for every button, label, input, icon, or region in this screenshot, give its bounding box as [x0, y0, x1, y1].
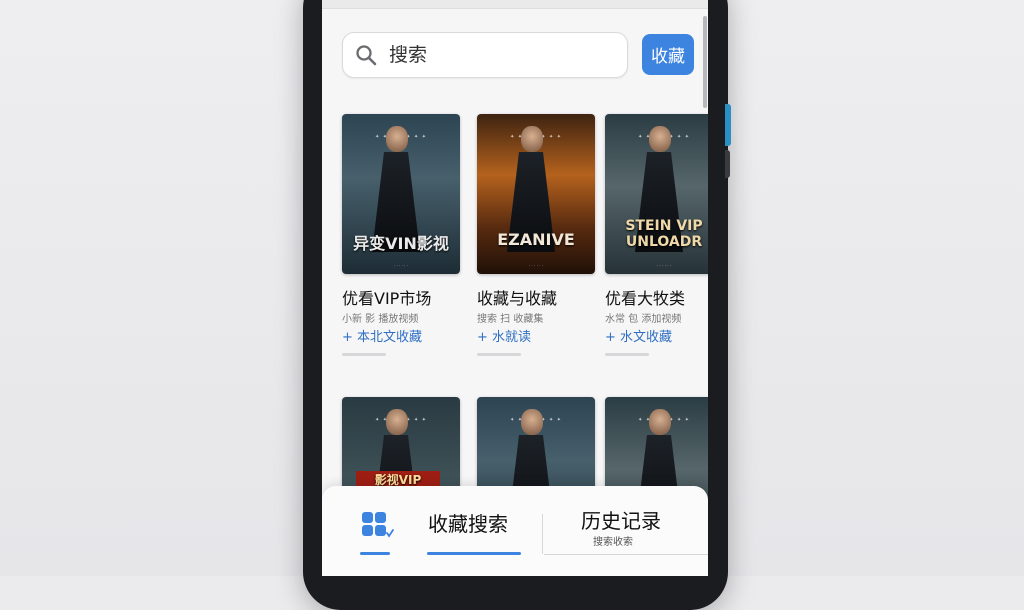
- add-to-favorites-link[interactable]: + 水就读: [477, 326, 531, 345]
- tab-favorites-search[interactable]: 收藏搜索: [428, 508, 508, 537]
- tab-history-subtitle: 搜索收索: [593, 537, 633, 548]
- poster-title: EZANIVE: [497, 230, 575, 249]
- movie-meta: 小新 影 播放视频: [342, 314, 419, 325]
- card-divider: [342, 353, 386, 356]
- grid-icon[interactable]: [360, 510, 394, 540]
- poster-billing: · · · · · ·: [394, 263, 408, 268]
- status-bar: [322, 0, 708, 9]
- add-to-favorites-link[interactable]: + 本北文收藏: [342, 326, 422, 345]
- tab-underline: [544, 554, 708, 555]
- movie-poster[interactable]: ✦ ✦ ✦ ✦ ✦ ✦ ✦ 异变VIN影视 · · · · · ·: [342, 114, 460, 274]
- movie-poster[interactable]: ✦ ✦ ✦ ✦ ✦ ✦ ✦ EZANIVE · · · · · ·: [477, 114, 595, 274]
- search-input[interactable]: [389, 41, 615, 69]
- poster-billing: · · · · · ·: [657, 263, 671, 268]
- movie-title[interactable]: 优看VIP市场: [342, 285, 431, 309]
- app-screen: 收藏 ✦ ✦ ✦ ✦ ✦ ✦ ✦ 异变VIN影视 · · · · · · 优看V…: [322, 0, 708, 576]
- poster-figure-head: [521, 126, 543, 152]
- poster-title: STEIN VIP UNLOADR: [625, 218, 703, 250]
- poster-figure-head: [521, 409, 543, 435]
- movie-poster[interactable]: ✦ ✦ ✦ ✦ ✦ ✦ ✦ STEIN VIP UNLOADR · · · · …: [605, 114, 708, 274]
- bottom-nav: 收藏搜索 历史记录 搜索收索: [322, 486, 708, 576]
- tab-divider: [542, 514, 543, 554]
- movie-meta: 搜索 扫 收藏集: [477, 314, 544, 325]
- phone-side-button: [725, 104, 731, 146]
- movie-title[interactable]: 收藏与收藏: [477, 285, 557, 309]
- poster-figure-head: [386, 126, 408, 152]
- poster-figure-head: [649, 126, 671, 152]
- scrollbar[interactable]: [703, 16, 707, 108]
- phone-volume-button: [725, 150, 730, 178]
- add-to-favorites-link[interactable]: + 水文收藏: [605, 326, 672, 345]
- movie-title[interactable]: 优看大牧类: [605, 285, 685, 309]
- favorites-button[interactable]: 收藏: [642, 34, 694, 75]
- poster-figure-head: [649, 409, 671, 435]
- tab-history[interactable]: 历史记录: [581, 505, 661, 534]
- search-box[interactable]: [342, 32, 628, 78]
- movie-meta: 水常 包 添加视频: [605, 314, 682, 325]
- poster-figure-head: [386, 409, 408, 435]
- search-icon: [356, 45, 377, 66]
- card-divider: [605, 353, 649, 356]
- grid-tab-indicator: [360, 552, 390, 555]
- card-divider: [477, 353, 521, 356]
- poster-billing: · · · · · ·: [529, 263, 543, 268]
- poster-title: 异变VIN影视: [353, 234, 449, 253]
- active-tab-indicator: [427, 552, 521, 555]
